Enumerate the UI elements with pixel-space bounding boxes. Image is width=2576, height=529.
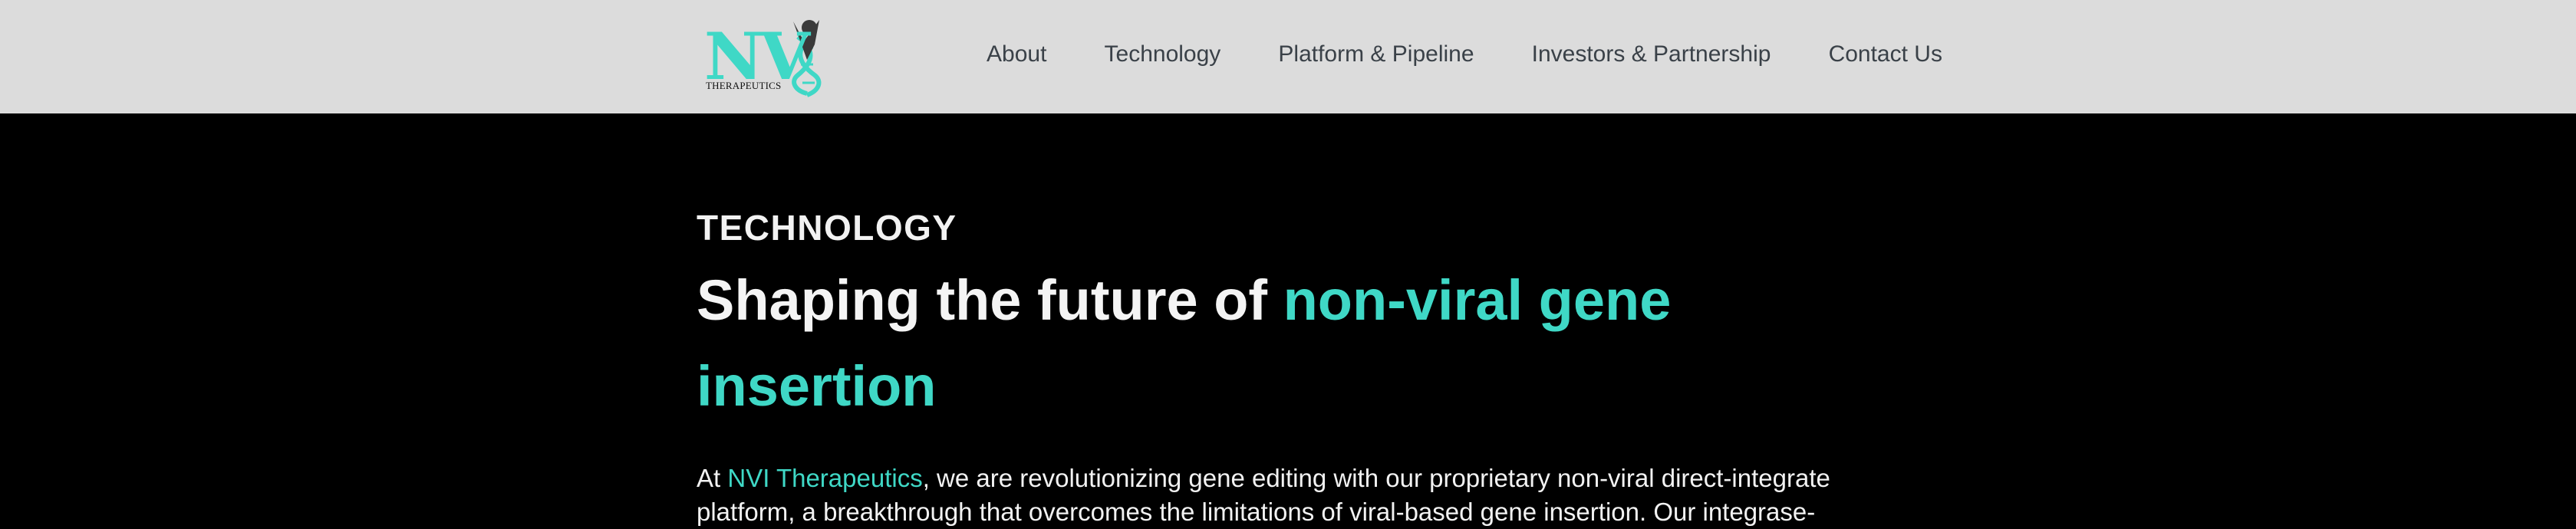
paragraph-prefix: At xyxy=(697,464,728,492)
section-eyebrow: TECHNOLOGY xyxy=(697,208,957,248)
nav-investors-partnership[interactable]: Investors & Partnership xyxy=(1532,41,1771,67)
headline-prefix: Shaping the future of xyxy=(697,268,1283,332)
company-link[interactable]: NVI Therapeutics xyxy=(727,464,922,492)
nav-about[interactable]: About xyxy=(987,41,1046,67)
main-nav: About Technology Platform & Pipeline Inv… xyxy=(987,0,1942,109)
nav-contact-us[interactable]: Contact Us xyxy=(1829,41,1942,67)
logo-subtitle: THERAPEUTICS xyxy=(706,80,782,91)
hero-headline: Shaping the future of non-viral gene ins… xyxy=(697,258,1771,429)
logo[interactable]: NV THERAPEUTICS xyxy=(700,11,830,100)
hero-section: TECHNOLOGY Shaping the future of non-vir… xyxy=(697,207,1909,529)
intro-paragraph: At NVI Therapeutics, we are revolutioniz… xyxy=(697,462,1886,529)
nav-platform-pipeline[interactable]: Platform & Pipeline xyxy=(1278,41,1474,67)
nav-technology[interactable]: Technology xyxy=(1105,41,1221,67)
site-header: NV THERAPEUTICS About Technology Platfor… xyxy=(0,0,2576,113)
